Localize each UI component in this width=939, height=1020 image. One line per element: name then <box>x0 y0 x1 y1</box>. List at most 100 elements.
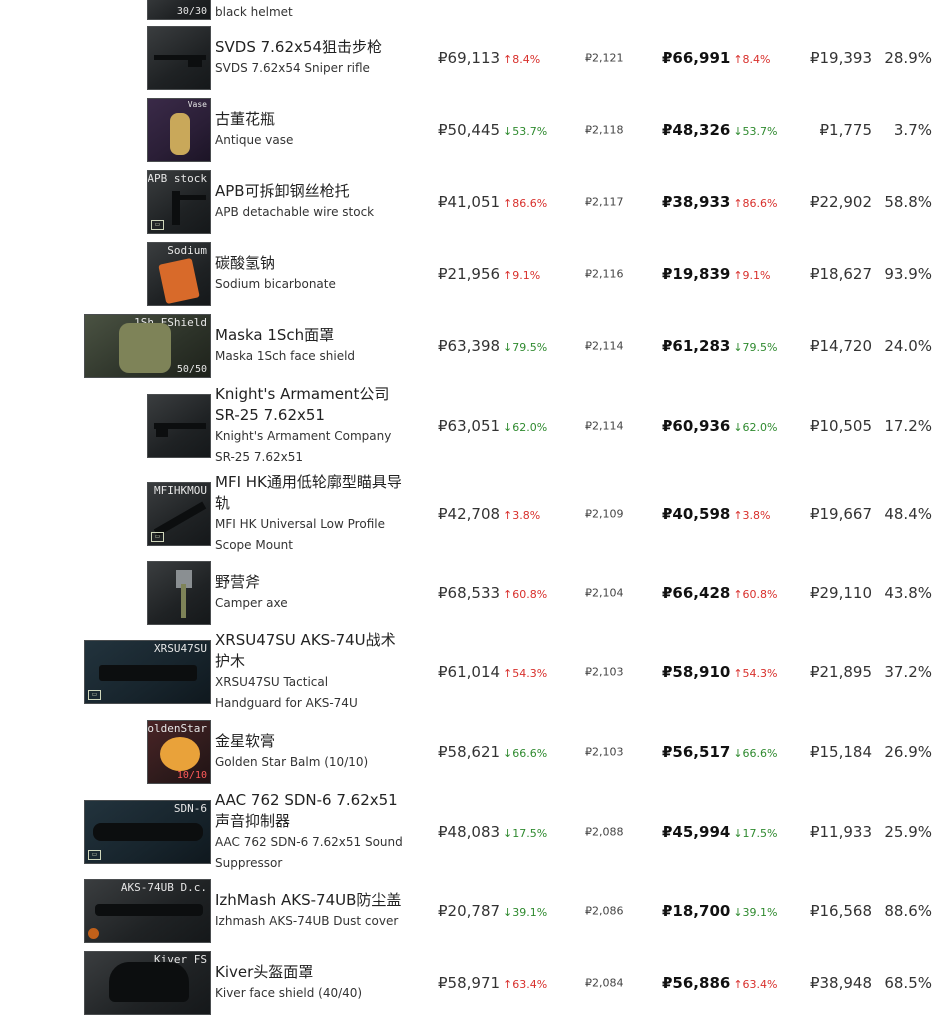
item-name-en: XRSU47SU Tactical Handguard for AKS-74U <box>215 675 358 710</box>
item-name-en: Sodium bicarbonate <box>215 277 336 291</box>
item-name-cn: Kiver头盔面罩 <box>215 963 314 981</box>
item-thumbnail: Kiver FS <box>84 951 211 1015</box>
item-name[interactable]: MFI HK通用低轮廓型瞄具导轨 MFI HK Universal Low Pr… <box>215 472 415 556</box>
slot-price: ₽2,116 <box>585 267 624 281</box>
sell-price: ₽60,936 ↓62.0% <box>662 417 778 435</box>
item-name[interactable]: IzhMash AKS-74UB防尘盖 Izhmash AKS-74UB Dus… <box>215 890 415 932</box>
sell-value: ₽45,994 <box>662 823 731 841</box>
item-short-label: SDN-6 <box>173 802 207 815</box>
item-name-en: Maska 1Sch face shield <box>215 349 356 363</box>
sell-change: ↑8.4% <box>733 53 771 66</box>
item-name-en: AAC 762 SDN-6 7.62x51 Sound Suppressor <box>215 835 403 870</box>
table-row[interactable]: GoldenStar 10/10 金星软膏 Golden Star Balm (… <box>0 716 939 788</box>
table-row[interactable]: 30/30 black helmet <box>0 0 939 24</box>
sell-value: ₽60,936 <box>662 417 731 435</box>
item-name[interactable]: 野营斧 Camper axe <box>215 572 415 614</box>
sell-value: ₽19,839 <box>662 265 731 283</box>
attachment-icon <box>88 928 99 939</box>
market-price: ₽42,708 ↑3.8% <box>438 505 540 523</box>
sell-change: ↓17.5% <box>733 827 778 840</box>
slot-price: ₽2,103 <box>585 745 624 759</box>
table-row[interactable]: Vase 古董花瓶 Antique vase ₽50,445 ↓53.7% ₽2,… <box>0 94 939 166</box>
price-value: ₽41,051 <box>438 193 501 211</box>
price-change: ↓79.5% <box>503 341 548 354</box>
sell-value: ₽56,886 <box>662 974 731 992</box>
profit-percent: 58.8% <box>884 193 932 211</box>
item-name-en: Kiver face shield (40/40) <box>215 986 363 1000</box>
table-row[interactable]: 1Sh FShield 50/50 Maska 1Sch面罩 Maska 1Sc… <box>0 310 939 382</box>
item-thumbnail: XRSU47SU ▭ <box>84 640 211 704</box>
item-name-en: Knight's Armament Company SR-25 7.62x51 <box>215 429 392 464</box>
price-change: ↑9.1% <box>503 269 541 282</box>
item-name[interactable]: SVDS 7.62x54狙击步枪 SVDS 7.62x54 Sniper rif… <box>215 37 415 79</box>
sell-value: ₽66,428 <box>662 584 731 602</box>
table-row[interactable]: Knight's Armament公司 SR-25 7.62x51 Knight… <box>0 382 939 470</box>
profit-percent: 68.5% <box>884 974 932 992</box>
sell-value: ₽48,326 <box>662 121 731 139</box>
sell-change: ↑60.8% <box>733 588 778 601</box>
sell-value: ₽18,700 <box>662 902 731 920</box>
item-name-cn: 古董花瓶 <box>215 110 276 128</box>
item-name[interactable]: Maska 1Sch面罩 Maska 1Sch face shield <box>215 325 415 367</box>
profit-value: ₽19,393 <box>809 49 872 67</box>
item-short-label: APB stock <box>147 172 207 185</box>
sell-price: ₽56,517 ↓66.6% <box>662 743 778 761</box>
table-row[interactable]: SVDS 7.62x54狙击步枪 SVDS 7.62x54 Sniper rif… <box>0 22 939 94</box>
item-thumbnail <box>147 394 211 458</box>
table-row[interactable]: 野营斧 Camper axe ₽68,533 ↑60.8% ₽2,104 ₽66,… <box>0 558 939 628</box>
item-short-label: MFIHKMOU <box>154 484 207 497</box>
sell-price: ₽38,933 ↑86.6% <box>662 193 778 211</box>
price-change: ↓39.1% <box>503 906 548 919</box>
item-name[interactable]: Knight's Armament公司 SR-25 7.62x51 Knight… <box>215 384 415 468</box>
price-change: ↑8.4% <box>503 53 541 66</box>
item-name[interactable]: black helmet <box>215 2 415 23</box>
price-value: ₽61,014 <box>438 663 501 681</box>
slot-price: ₽2,086 <box>585 904 624 918</box>
item-name-en: Antique vase <box>215 133 294 147</box>
item-thumbnail: APB stock ▭ <box>147 170 211 234</box>
item-name-en: MFI HK Universal Low Profile Scope Mount <box>215 517 385 552</box>
item-name[interactable]: 金星软膏 Golden Star Balm (10/10) <box>215 731 415 773</box>
item-thumbnail <box>147 26 211 90</box>
profit-percent: 3.7% <box>893 121 932 139</box>
profit-percent: 26.9% <box>884 743 932 761</box>
market-price: ₽21,956 ↑9.1% <box>438 265 540 283</box>
item-name[interactable]: XRSU47SU AKS-74U战术护木 XRSU47SU Tactical H… <box>215 630 415 714</box>
item-name[interactable]: 古董花瓶 Antique vase <box>215 109 415 151</box>
profit-value: ₽14,720 <box>809 337 872 355</box>
price-value: ₽42,708 <box>438 505 501 523</box>
slot-price: ₽2,118 <box>585 123 624 137</box>
axe-handle-icon <box>181 584 186 618</box>
item-name-cn: AAC 762 SDN-6 7.62x51声音抑制器 <box>215 791 398 830</box>
profit-value: ₽16,568 <box>809 902 872 920</box>
profit-percent: 28.9% <box>884 49 932 67</box>
table-row[interactable]: SDN-6 ▭ AAC 762 SDN-6 7.62x51声音抑制器 AAC 7… <box>0 788 939 876</box>
handguard-icon <box>99 665 197 681</box>
item-name[interactable]: AAC 762 SDN-6 7.62x51声音抑制器 AAC 762 SDN-6… <box>215 790 415 874</box>
item-thumbnail: 30/30 <box>147 0 211 20</box>
price-value: ₽68,533 <box>438 584 501 602</box>
profit-percent: 88.6% <box>884 902 932 920</box>
market-price: ₽69,113 ↑8.4% <box>438 49 540 67</box>
face-shield-icon <box>109 962 189 1002</box>
table-row[interactable]: MFIHKMOU ▭ MFI HK通用低轮廓型瞄具导轨 MFI HK Unive… <box>0 470 939 558</box>
profit-value: ₽19,667 <box>809 505 872 523</box>
item-name[interactable]: 碳酸氢钠 Sodium bicarbonate <box>215 253 415 295</box>
table-row[interactable]: Sodium 碳酸氢钠 Sodium bicarbonate ₽21,956 ↑9… <box>0 238 939 310</box>
item-thumbnail: GoldenStar 10/10 <box>147 720 211 784</box>
table-row[interactable]: XRSU47SU ▭ XRSU47SU AKS-74U战术护木 XRSU47SU… <box>0 628 939 716</box>
table-row[interactable]: APB stock ▭ APB可拆卸钢丝枪托 APB detachable wi… <box>0 166 939 238</box>
table-row[interactable]: AKS-74UB D.c. IzhMash AKS-74UB防尘盖 Izhmas… <box>0 876 939 946</box>
item-name[interactable]: Kiver头盔面罩 Kiver face shield (40/40) <box>215 962 415 1004</box>
slot-price: ₽2,088 <box>585 825 624 839</box>
item-name[interactable]: APB可拆卸钢丝枪托 APB detachable wire stock <box>215 181 415 223</box>
profit-value: ₽18,627 <box>809 265 872 283</box>
item-name-cn: 野营斧 <box>215 573 261 591</box>
sell-price: ₽40,598 ↑3.8% <box>662 505 771 523</box>
item-thumbnail: AKS-74UB D.c. <box>84 879 211 943</box>
price-change: ↓53.7% <box>503 125 548 138</box>
table-row[interactable]: Kiver FS Kiver头盔面罩 Kiver face shield (40… <box>0 946 939 1020</box>
suppressor-icon <box>93 823 203 841</box>
sell-price: ₽45,994 ↓17.5% <box>662 823 778 841</box>
sell-price: ₽58,910 ↑54.3% <box>662 663 778 681</box>
